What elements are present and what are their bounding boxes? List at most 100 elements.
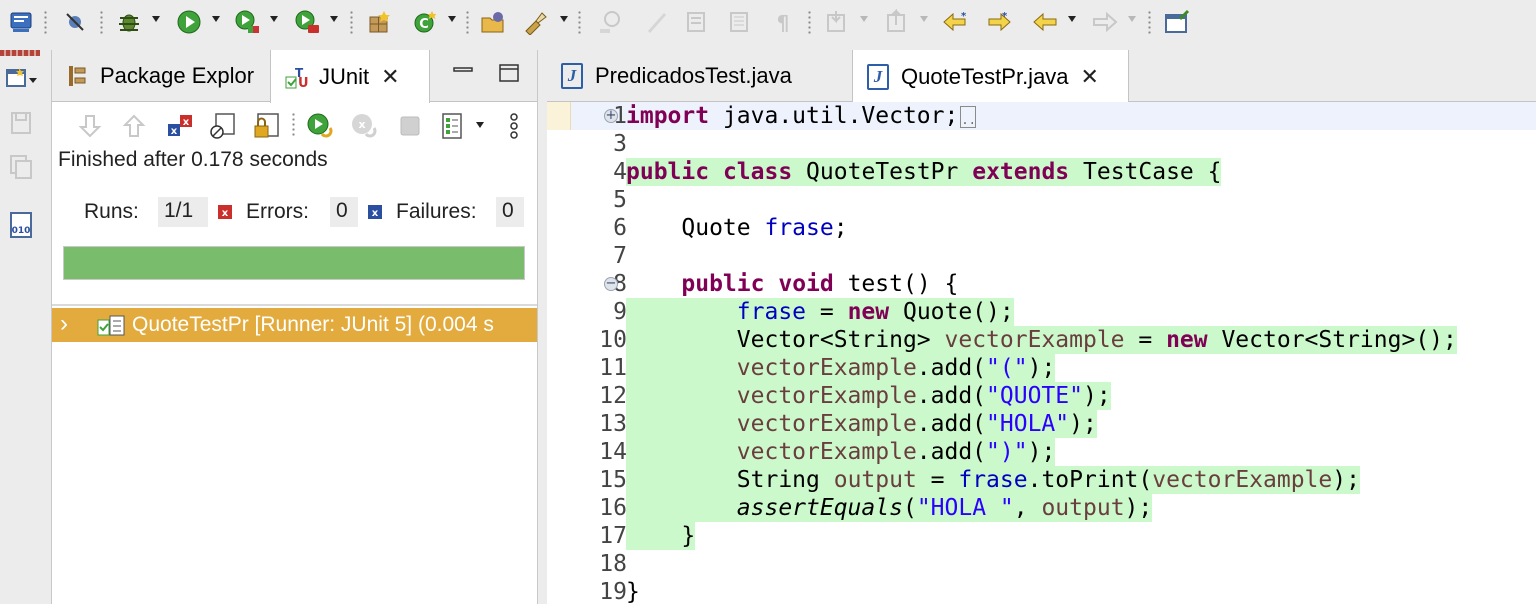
junit-icon: TU bbox=[285, 65, 309, 89]
tab-quote-test-pr[interactable]: J QuoteTestPr.java ✕ bbox=[853, 50, 1129, 103]
tab-package-explorer[interactable]: Package Explor bbox=[52, 50, 272, 102]
code-text: vectorExample.add("("); bbox=[626, 354, 1056, 382]
results-splitter[interactable] bbox=[52, 304, 537, 306]
back-icon[interactable] bbox=[1032, 8, 1058, 36]
open-type-icon[interactable] bbox=[480, 8, 506, 36]
runs-label: Runs: bbox=[84, 200, 139, 223]
search-icon[interactable] bbox=[522, 8, 548, 36]
show-skipped-icon[interactable] bbox=[206, 110, 238, 142]
back-dropdown[interactable] bbox=[1068, 16, 1076, 22]
code-line: 16 assertEquals("HOLA ", output); bbox=[547, 494, 1536, 522]
svg-text:x: x bbox=[222, 208, 229, 219]
tab-predicados-test[interactable]: J PredicadosTest.java bbox=[547, 50, 853, 102]
last-edit-icon[interactable]: * bbox=[942, 8, 968, 36]
new-class-icon[interactable]: C bbox=[412, 8, 438, 36]
tab-label: QuoteTestPr.java bbox=[901, 63, 1069, 89]
test-row-label: QuoteTestPr [Runner: JUnit 5] (0.004 s bbox=[132, 313, 494, 336]
code-line: 14 vectorExample.add(")"); bbox=[547, 438, 1536, 466]
overview-marker bbox=[547, 102, 571, 130]
stop-icon bbox=[394, 110, 426, 142]
new-package-icon[interactable] bbox=[366, 8, 392, 36]
external-tools-icon[interactable] bbox=[294, 8, 320, 36]
test-progress-bar bbox=[63, 246, 525, 280]
search-dropdown[interactable] bbox=[560, 16, 568, 22]
disabled-toggle-icon bbox=[596, 8, 622, 36]
finished-status: Finished after 0.178 seconds bbox=[58, 148, 328, 171]
collapse-fold-icon[interactable]: − bbox=[604, 277, 618, 291]
open-perspective-icon[interactable] bbox=[1164, 8, 1190, 36]
test-tree-row[interactable]: › QuoteTestPr [Runner: JUnit 5] (0.004 s bbox=[52, 308, 537, 342]
history-dropdown[interactable] bbox=[476, 122, 484, 128]
code-text: String output = frase.toPrint(vectorExam… bbox=[626, 466, 1360, 494]
save-icon bbox=[4, 108, 38, 138]
code-text: import java.util.Vector;.. bbox=[626, 103, 977, 129]
trim-stripe bbox=[0, 50, 40, 56]
code-text: vectorExample.add("HOLA"); bbox=[626, 410, 1097, 438]
expand-fold-icon[interactable]: + bbox=[604, 109, 618, 123]
line-number: 1 bbox=[613, 103, 627, 129]
svg-text:x: x bbox=[183, 117, 190, 128]
code-text: frase = new Quote(); bbox=[626, 298, 1014, 326]
toolbar-separator bbox=[466, 10, 469, 36]
run-icon[interactable] bbox=[176, 8, 202, 36]
view-menu-icon[interactable] bbox=[498, 110, 530, 142]
code-text: } bbox=[626, 579, 640, 604]
previous-failure-icon bbox=[118, 110, 150, 142]
code-line: 8 − public void test() { bbox=[547, 270, 1536, 298]
coverage-dropdown[interactable] bbox=[270, 16, 278, 22]
binary-icon[interactable]: 010 bbox=[4, 210, 38, 240]
run-coverage-icon[interactable] bbox=[234, 8, 260, 36]
test-run-history-icon[interactable] bbox=[438, 110, 470, 142]
line-number: 14 bbox=[599, 439, 627, 465]
code-line: 12 vectorExample.add("QUOTE"); bbox=[547, 382, 1536, 410]
debug-dropdown[interactable] bbox=[152, 16, 160, 22]
forward-icon bbox=[1092, 8, 1118, 36]
perspective-icon[interactable] bbox=[4, 64, 38, 94]
rerun-test-icon[interactable] bbox=[304, 110, 336, 142]
maximize-icon[interactable] bbox=[498, 62, 520, 84]
failures-value: 0 bbox=[496, 197, 524, 227]
left-trim-bar: 010 bbox=[0, 46, 50, 604]
show-failures-only-icon[interactable]: xx bbox=[164, 110, 196, 142]
code-line: 13 vectorExample.add("HOLA"); bbox=[547, 410, 1536, 438]
svg-text:x: x bbox=[171, 126, 178, 137]
new-class-dropdown[interactable] bbox=[448, 16, 456, 22]
debug-icon[interactable] bbox=[116, 8, 142, 36]
save-all-icon bbox=[4, 152, 38, 182]
code-line: 3 bbox=[547, 130, 1536, 158]
disabled-whitespace-icon bbox=[726, 8, 752, 36]
runs-value: 1/1 bbox=[158, 197, 208, 227]
svg-text:*: * bbox=[961, 11, 967, 22]
close-icon[interactable]: ✕ bbox=[381, 64, 399, 90]
code-text: } bbox=[626, 522, 696, 550]
toolbar-separator bbox=[292, 112, 295, 138]
expand-chevron-icon[interactable]: › bbox=[60, 310, 68, 338]
java-file-icon: J bbox=[561, 63, 583, 89]
skip-breakpoints-icon[interactable] bbox=[62, 8, 88, 36]
external-tools-dropdown[interactable] bbox=[330, 16, 338, 22]
code-line: 19 } bbox=[547, 578, 1536, 604]
forward-dropdown bbox=[1128, 16, 1136, 22]
editor-tab-bar: J PredicadosTest.java J QuoteTestPr.java… bbox=[547, 50, 1536, 103]
tab-label: Package Explor bbox=[100, 63, 255, 88]
code-text: public void test() { bbox=[681, 271, 959, 297]
view-tab-bar: Package Explor TU JUnit ✕ bbox=[52, 50, 537, 103]
console-icon[interactable] bbox=[8, 8, 34, 36]
line-number: 19 bbox=[599, 579, 627, 604]
folded-imports-icon[interactable]: .. bbox=[960, 105, 977, 128]
minimize-icon[interactable] bbox=[452, 62, 474, 84]
forward-edit-icon[interactable]: * bbox=[986, 8, 1012, 36]
svg-text:x: x bbox=[358, 118, 365, 131]
close-icon[interactable]: ✕ bbox=[1081, 64, 1099, 90]
package-explorer-icon bbox=[66, 64, 90, 88]
line-number: 7 bbox=[613, 243, 627, 269]
tab-junit[interactable]: TU JUnit ✕ bbox=[270, 50, 430, 103]
line-number: 10 bbox=[599, 327, 627, 353]
scroll-lock-icon[interactable] bbox=[250, 110, 282, 142]
tab-label: JUnit bbox=[319, 63, 370, 89]
failures-label: Failures: bbox=[396, 200, 477, 223]
code-area[interactable]: 1 + import java.util.Vector;.. 3 4 publi… bbox=[547, 102, 1536, 604]
svg-text:C: C bbox=[419, 17, 429, 32]
errors-value: 0 bbox=[330, 197, 358, 227]
run-dropdown[interactable] bbox=[212, 16, 220, 22]
